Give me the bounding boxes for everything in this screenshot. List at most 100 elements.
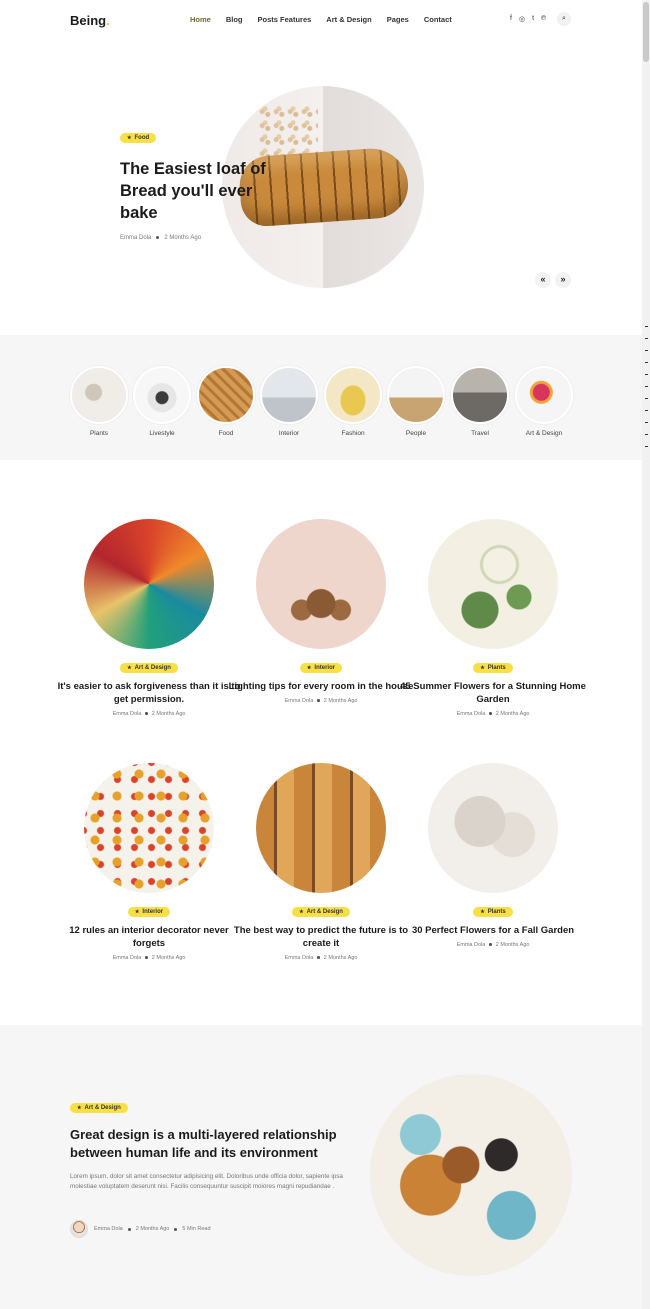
scrollbar-thumb[interactable]	[643, 2, 649, 62]
category-image	[260, 366, 318, 424]
post-card[interactable]: Art & Design It's easier to ask forgiven…	[54, 519, 244, 717]
post-author[interactable]: Emma Dola	[457, 942, 486, 948]
category-food[interactable]: Food	[197, 366, 255, 437]
hero-meta: Emma Dola 2 Months Ago	[120, 235, 201, 241]
post-category-badge[interactable]: Art & Design	[120, 663, 178, 673]
post-card[interactable]: Plants 30 Perfect Flowers for a Fall Gar…	[398, 763, 588, 948]
meta-separator	[127, 1227, 131, 1231]
category-image	[70, 366, 128, 424]
post-meta: Emma Dola 2 Months Ago	[226, 955, 416, 961]
post-card[interactable]: Art & Design The best way to predict the…	[226, 763, 416, 961]
post-category-badge[interactable]: Plants	[473, 663, 513, 673]
meta-separator	[317, 956, 320, 959]
site-logo[interactable]: Being.	[70, 13, 110, 28]
nav-blog[interactable]: Blog	[226, 15, 243, 24]
post-card[interactable]: Interior Lighting tips for every room in…	[226, 519, 416, 704]
post-category-badge[interactable]: Interior	[299, 663, 343, 673]
meta-separator	[156, 235, 160, 239]
post-author[interactable]: Emma Dola	[113, 955, 142, 961]
post-author[interactable]: Emma Dola	[113, 711, 142, 717]
meta-separator	[489, 712, 492, 715]
hero-date: 2 Months Ago	[164, 235, 202, 241]
post-date: 2 Months Ago	[495, 711, 530, 717]
post-date: 2 Months Ago	[323, 698, 358, 704]
meta-separator	[174, 1227, 178, 1231]
avatar[interactable]	[70, 1220, 88, 1238]
category-label: Livestyle	[149, 430, 175, 437]
post-title[interactable]: 45 Summer Flowers for a Stunning Home Ga…	[398, 680, 588, 706]
hero-title[interactable]: The Easiest loaf of Bread you'll ever ba…	[120, 158, 280, 224]
post-meta: Emma Dola 2 Months Ago	[54, 955, 244, 961]
post-title[interactable]: Lighting tips for every room in the hous…	[226, 680, 416, 693]
category-label: Travel	[471, 430, 489, 437]
nav-pages[interactable]: Pages	[387, 15, 409, 24]
post-image[interactable]	[84, 763, 214, 893]
nav-posts-features[interactable]: Posts Features	[258, 15, 312, 24]
hero-category-badge[interactable]: Food	[120, 133, 157, 143]
post-title[interactable]: 12 rules an interior decorator never for…	[54, 924, 244, 950]
facebook-icon[interactable]: f	[510, 15, 512, 23]
category-label: Interior	[278, 430, 300, 437]
post-author[interactable]: Emma Dola	[285, 698, 314, 704]
category-label: Fashion	[341, 430, 365, 437]
featured-image[interactable]	[370, 1074, 572, 1276]
category-livestyle[interactable]: Livestyle	[133, 366, 191, 437]
post-author[interactable]: Emma Dola	[285, 955, 314, 961]
slider-next-button[interactable]: »	[555, 272, 571, 288]
post-date: 2 Months Ago	[151, 711, 186, 717]
post-author[interactable]: Emma Dola	[457, 711, 486, 717]
twitter-icon[interactable]: t	[532, 15, 534, 23]
instagram-icon[interactable]: ◎	[519, 15, 525, 23]
featured-title[interactable]: Great design is a multi-layered relation…	[70, 1126, 360, 1162]
site-header: Being. Home Blog Posts Features Art & De…	[0, 0, 640, 40]
nav-art-design[interactable]: Art & Design	[326, 15, 371, 24]
slider-prev-button[interactable]: «	[535, 272, 551, 288]
featured-meta: Emma Dola 2 Months Ago 5 Min Read	[70, 1220, 211, 1238]
featured-category-badge[interactable]: Art & Design	[70, 1103, 128, 1113]
pinterest-icon[interactable]: ℗	[541, 15, 546, 23]
nav-home[interactable]: Home	[190, 15, 211, 24]
social-links: f ◎ t ℗	[510, 15, 546, 23]
post-meta: Emma Dola 2 Months Ago	[226, 698, 416, 704]
category-art-design[interactable]: Art & Design	[515, 366, 573, 437]
category-image	[515, 366, 573, 424]
meta-separator	[317, 699, 320, 702]
meta-separator	[489, 943, 492, 946]
post-date: 2 Months Ago	[495, 942, 530, 948]
post-image[interactable]	[428, 519, 558, 649]
post-image[interactable]	[256, 519, 386, 649]
main-nav: Home Blog Posts Features Art & Design Pa…	[190, 15, 452, 24]
category-label: Food	[218, 430, 234, 437]
post-category-badge[interactable]: Art & Design	[292, 907, 350, 917]
search-button[interactable]: ⌕	[557, 12, 571, 26]
post-card[interactable]: Plants 45 Summer Flowers for a Stunning …	[398, 519, 588, 717]
category-label: People	[405, 430, 427, 437]
featured-date: 2 Months Ago	[135, 1226, 170, 1232]
post-image[interactable]	[428, 763, 558, 893]
post-card[interactable]: Interior 12 rules an interior decorator …	[54, 763, 244, 961]
post-image[interactable]	[256, 763, 386, 893]
nav-contact[interactable]: Contact	[424, 15, 452, 24]
featured-excerpt: Lorem ipsum, dolor sit amet consectetur …	[70, 1173, 343, 1190]
post-meta: Emma Dola 2 Months Ago	[398, 711, 588, 717]
post-title[interactable]: 30 Perfect Flowers for a Fall Garden	[398, 924, 588, 937]
category-interior[interactable]: Interior	[260, 366, 318, 437]
post-category-badge[interactable]: Plants	[473, 907, 513, 917]
post-category-badge[interactable]: Interior	[127, 907, 171, 917]
post-date: 2 Months Ago	[323, 955, 358, 961]
featured-author[interactable]: Emma Dola	[94, 1226, 123, 1232]
post-title[interactable]: The best way to predict the future is to…	[226, 924, 416, 950]
category-fashion[interactable]: Fashion	[324, 366, 382, 437]
page-scrollbar[interactable]	[642, 0, 650, 1309]
category-image	[197, 366, 255, 424]
meta-separator	[145, 712, 148, 715]
hero-author[interactable]: Emma Dola	[120, 235, 151, 241]
post-title[interactable]: It's easier to ask forgiveness than it i…	[54, 680, 244, 706]
post-image[interactable]	[84, 519, 214, 649]
category-people[interactable]: People	[387, 366, 445, 437]
category-image	[451, 366, 509, 424]
post-meta: Emma Dola 2 Months Ago	[54, 711, 244, 717]
category-travel[interactable]: Travel	[451, 366, 509, 437]
post-meta: Emma Dola 2 Months Ago	[398, 942, 588, 948]
category-plants[interactable]: Plants	[70, 366, 128, 437]
